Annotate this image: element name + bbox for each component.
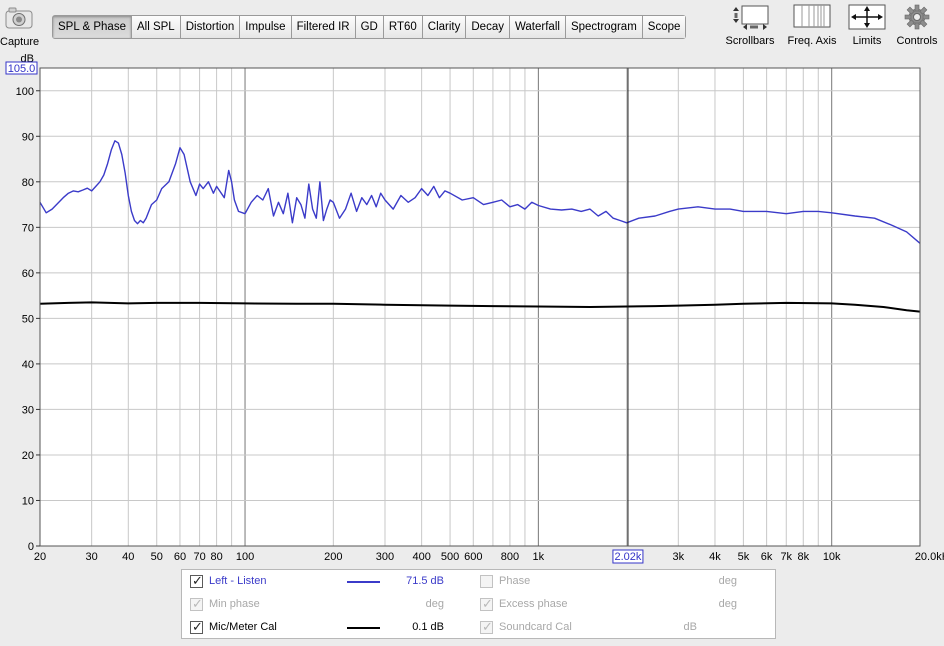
x-tick-label: 800: [501, 551, 519, 563]
y-tick-label: 90: [22, 131, 34, 143]
x-tick-label: 200: [324, 551, 342, 563]
chart-grid: [39, 68, 921, 547]
legend-value: 71.5 dB: [406, 575, 444, 587]
capture-button[interactable]: Capture: [0, 3, 40, 48]
tab-filtered-ir[interactable]: Filtered IR: [291, 16, 356, 38]
legend-swatch: [347, 581, 380, 583]
x-tick-label: 7k: [780, 551, 792, 563]
scrollbars-label: Scrollbars: [725, 35, 775, 47]
tab-all-spl[interactable]: All SPL: [131, 16, 181, 38]
y-max-label: 105.0: [8, 63, 36, 75]
checkmark-icon: ✓: [192, 619, 203, 634]
y-tick-label: 100: [16, 86, 34, 98]
y-tick-label: 70: [22, 222, 34, 234]
x-tick-label: 30: [86, 551, 98, 563]
cursor-label: 2.02k: [614, 551, 641, 563]
legend-label: Phase: [499, 575, 531, 587]
x-tick-label: 3k: [673, 551, 685, 563]
mic-meter-cal-checkbox[interactable]: ✓: [190, 619, 203, 634]
freq-axis-button[interactable]: Freq. Axis: [785, 4, 839, 47]
tab-waterfall[interactable]: Waterfall: [509, 16, 566, 38]
x-tick-label: 80: [210, 551, 222, 563]
tab-decay[interactable]: Decay: [466, 16, 510, 38]
legend-label: Excess phase: [499, 598, 568, 610]
y-tick-label: 30: [22, 404, 34, 416]
x-tick-label: 50: [151, 551, 163, 563]
x-tick-label: 500: [441, 551, 459, 563]
analysis-tabs: SPL & Phase All SPL Distortion Impulse Filte…: [52, 15, 687, 39]
tab-scope[interactable]: Scope: [642, 16, 686, 38]
x-tick-label: 1k: [533, 551, 545, 563]
tab-clarity[interactable]: Clarity: [422, 16, 467, 38]
left-listen-checkbox[interactable]: ✓: [190, 573, 203, 588]
x-tick-label: 6k: [761, 551, 773, 563]
controls-button[interactable]: Controls: [893, 4, 941, 47]
legend-label: Left - Listen: [209, 575, 267, 587]
min-phase-checkbox: ✓: [190, 596, 203, 611]
y-tick-label: 80: [22, 177, 34, 189]
plot-area: [40, 68, 920, 546]
phase-checkbox: [480, 575, 493, 588]
freq-axis-icon: [793, 4, 831, 28]
camera-icon: [5, 7, 33, 29]
y-tick-label: 40: [22, 359, 34, 371]
legend-label: Soundcard Cal: [499, 621, 572, 633]
y-tick-label: 50: [22, 313, 34, 325]
legend-row-excess-phase[interactable]: ✓ Excess phase deg: [480, 594, 740, 614]
spl-chart[interactable]: 2.02k0102030405060708090100dB105.020 30 40…: [0, 50, 944, 568]
tab-spl-phase[interactable]: SPL & Phase: [53, 16, 132, 38]
x-tick-label: 4k: [709, 551, 721, 563]
x-tick-label: 5k: [738, 551, 750, 563]
checkmark-icon: ✓: [192, 596, 203, 611]
checkmark-icon: ✓: [482, 596, 493, 611]
x-tick-label: 40: [122, 551, 134, 563]
tab-spectrogram[interactable]: Spectrogram: [565, 16, 643, 38]
x-tick-label: 20.0kHz: [915, 551, 944, 563]
x-tick-label: 20: [34, 551, 46, 563]
limits-label: Limits: [852, 35, 882, 47]
x-tick-label: 300: [376, 551, 394, 563]
x-tick-label: 400: [412, 551, 430, 563]
legend-panel: ✓ Left - Listen 71.5 dB ✓ Min phase deg …: [181, 569, 776, 639]
legend-value: deg: [425, 598, 444, 610]
x-tick-label: 100: [236, 551, 254, 563]
legend-value: 0.1 dB: [412, 621, 444, 633]
excess-phase-checkbox: ✓: [480, 596, 493, 611]
tab-gd[interactable]: GD: [355, 16, 384, 38]
checkmark-icon: ✓: [192, 573, 203, 588]
y-tick-label: 10: [22, 495, 34, 507]
legend-row-mic-meter-cal[interactable]: ✓ Mic/Meter Cal 0.1 dB: [182, 617, 482, 637]
y-tick-label: 20: [22, 450, 34, 462]
legend-swatch: [347, 627, 380, 629]
x-tick-label: 10k: [823, 551, 841, 563]
limits-icon: [848, 4, 886, 30]
legend-row-left-listen[interactable]: ✓ Left - Listen 71.5 dB: [182, 571, 482, 591]
checkmark-icon: ✓: [482, 619, 493, 634]
scrollbars-button[interactable]: Scrollbars: [725, 4, 775, 47]
tab-rt60[interactable]: RT60: [383, 16, 423, 38]
x-tick-label: 70: [193, 551, 205, 563]
freq-axis-label: Freq. Axis: [787, 35, 837, 47]
y-tick-label: 60: [22, 268, 34, 280]
legend-value: dB: [683, 621, 697, 633]
legend-row-phase[interactable]: Phase deg: [480, 571, 740, 591]
legend-label: Min phase: [209, 598, 260, 610]
scrollbars-icon: [733, 5, 769, 30]
capture-label: Capture: [0, 36, 40, 48]
x-tick-label: 600: [464, 551, 482, 563]
limits-button[interactable]: Limits: [844, 4, 890, 47]
legend-value: deg: [718, 598, 737, 610]
tab-distortion[interactable]: Distortion: [180, 16, 241, 38]
legend-row-min-phase[interactable]: ✓ Min phase deg: [182, 594, 482, 614]
x-tick-label: 8k: [797, 551, 809, 563]
tab-impulse[interactable]: Impulse: [240, 16, 292, 38]
gear-icon: [904, 4, 930, 30]
controls-label: Controls: [896, 35, 938, 47]
x-tick-label: 60: [174, 551, 186, 563]
legend-row-soundcard-cal[interactable]: ✓ Soundcard Cal dB: [480, 617, 740, 637]
legend-value: deg: [718, 575, 737, 587]
legend-label: Mic/Meter Cal: [209, 621, 277, 633]
soundcard-cal-checkbox: ✓: [480, 619, 493, 634]
